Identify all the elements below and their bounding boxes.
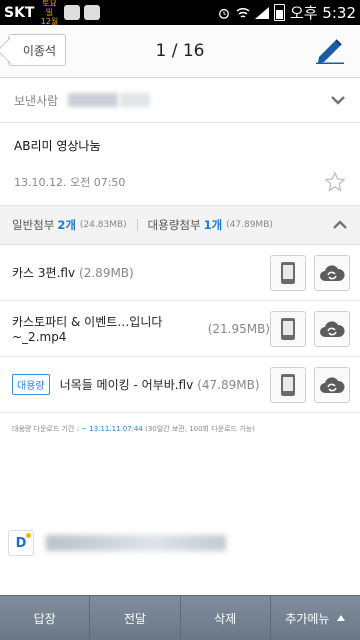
- save-to-cloud-button[interactable]: [314, 310, 350, 347]
- large-file-badge: 대용량: [12, 374, 50, 395]
- phone-icon: [281, 317, 295, 340]
- cloud-sync-icon: [320, 376, 345, 393]
- normal-attach-size: (24.83MB): [79, 220, 127, 230]
- date-row: 13.10.12. 오전 07:50: [0, 159, 360, 206]
- gallery-icon: [84, 5, 101, 20]
- weather-day: 토요일: [42, 0, 57, 17]
- chevron-down-icon[interactable]: [330, 95, 346, 105]
- status-bar: SKT 토요일 12월 오후 5:32: [0, 0, 360, 26]
- sender-address-redacted: [120, 93, 151, 107]
- save-to-phone-button[interactable]: [270, 366, 306, 403]
- signal-icon: [254, 6, 269, 19]
- ad-text-redacted: [46, 535, 226, 551]
- file-name: 너목들 메이킹 - 어부바.flv: [59, 378, 194, 392]
- bottom-toolbar: 답장 전달 삭제 추가메뉴: [0, 595, 360, 640]
- mail-date: 13.10.12. 오전 07:50: [14, 176, 126, 189]
- ad-banner[interactable]: D: [8, 530, 226, 556]
- notice-date: ~ 13.11.11.07:44: [81, 425, 143, 433]
- save-to-phone-button[interactable]: [270, 310, 306, 347]
- save-to-cloud-button[interactable]: [314, 254, 350, 291]
- cloud-sync-icon: [320, 320, 345, 337]
- star-icon[interactable]: [324, 171, 346, 193]
- battery-icon: [273, 4, 285, 21]
- forward-button[interactable]: 전달: [90, 596, 181, 640]
- daum-logo-icon: D: [8, 530, 34, 556]
- wifi-icon: [236, 7, 250, 18]
- normal-attach-count: 2개: [57, 218, 76, 232]
- more-menu-button[interactable]: 추가메뉴: [271, 596, 360, 640]
- file-name: 카스 3편.flv: [12, 266, 76, 280]
- large-attach-size: (47.89MB): [226, 220, 273, 230]
- attachment-row[interactable]: 카스 3편.flv (2.89MB): [0, 245, 360, 301]
- attachment-row[interactable]: 대용량 너목들 메이킹 - 어부바.flv (47.89MB): [0, 357, 360, 413]
- alarm-icon: [219, 8, 229, 19]
- file-name: 카스토파티 & 이벤트…입니다 ~_2.mp4: [12, 315, 163, 344]
- clock: 오후 5:32: [289, 4, 356, 22]
- normal-attach-label: 일반첨부: [12, 218, 55, 232]
- reply-button[interactable]: 답장: [0, 596, 91, 640]
- compose-pen-icon[interactable]: [314, 38, 346, 64]
- notice-suffix: (30일간 보관, 100회 다운로드 가능): [142, 425, 255, 433]
- page-indicator: 1 / 16: [155, 41, 205, 61]
- file-size: (2.89MB): [79, 265, 134, 280]
- sender-label: 보낸사람: [14, 93, 59, 108]
- phone-icon: [281, 261, 295, 284]
- attachment-row[interactable]: 카스토파티 & 이벤트…입니다 ~_2.mp4 (21.95MB): [0, 301, 360, 357]
- save-to-phone-button[interactable]: [270, 254, 306, 291]
- large-attach-count: 1개: [203, 218, 223, 232]
- sender-row[interactable]: 보낸사람: [0, 78, 360, 123]
- cloud-sync-icon: [320, 264, 345, 281]
- delete-button[interactable]: 삭제: [181, 596, 271, 640]
- mail-subject: AB리미 영상나눔: [14, 139, 101, 153]
- caret-up-icon: [337, 615, 346, 621]
- large-attach-label: 대용량첨부: [147, 218, 201, 232]
- divider: [136, 219, 138, 231]
- notice-prefix: 대용량 다운로드 기간 :: [12, 425, 82, 433]
- file-size: (21.95MB): [207, 321, 270, 336]
- carrier-label: SKT: [4, 4, 35, 21]
- chevron-up-icon[interactable]: [332, 220, 348, 230]
- attachment-header[interactable]: 일반첨부 2개 (24.83MB) 대용량첨부 1개 (47.89MB): [0, 206, 360, 245]
- top-bar: 이종석 1 / 16: [0, 25, 360, 78]
- more-menu-label: 추가메뉴: [285, 611, 330, 626]
- phone-icon: [281, 373, 295, 396]
- weather-widget: 토요일 12월: [38, 0, 60, 26]
- file-size: (47.89MB): [197, 377, 260, 392]
- download-period-notice: 대용량 다운로드 기간 : ~ 13.11.11.07:44 (30일간 보관,…: [0, 413, 360, 443]
- save-to-cloud-button[interactable]: [314, 366, 350, 403]
- notification-icon: [64, 5, 81, 20]
- sender-name-redacted: [68, 93, 119, 107]
